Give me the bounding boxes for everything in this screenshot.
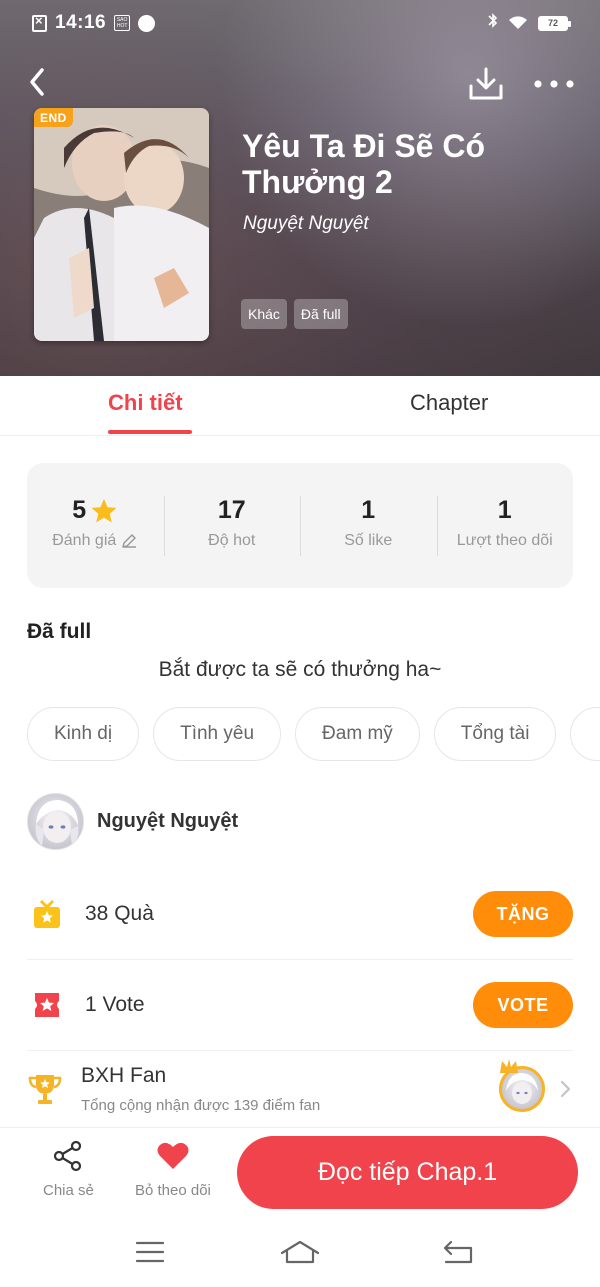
- share-label: Chia sẻ: [43, 1182, 94, 1199]
- stat-likes-value: 1: [361, 496, 376, 524]
- battery-icon: 72: [538, 15, 571, 31]
- back-nav-icon[interactable]: [442, 1239, 474, 1265]
- stat-rating-value: 5: [72, 496, 87, 524]
- stat-followers-label: Lượt theo dõi: [456, 531, 553, 549]
- compass-icon: [138, 14, 156, 32]
- fan-ranking-subtitle: Tổng cộng nhận được 139 điểm fan: [81, 1097, 321, 1114]
- author-row[interactable]: Nguyệt Nguyệt: [27, 793, 238, 850]
- unfollow-label: Bỏ theo dõi: [135, 1182, 211, 1199]
- tab-chapter[interactable]: Chapter: [410, 390, 488, 416]
- trophy-icon: [28, 1075, 62, 1104]
- gift-icon: [34, 899, 60, 928]
- share-icon: [54, 1140, 82, 1172]
- heart-icon: [157, 1142, 189, 1169]
- more-options-button[interactable]: [532, 66, 576, 102]
- stat-followers-value: 1: [497, 496, 512, 524]
- gift-row: 38 Quà TẶNG: [27, 869, 573, 960]
- chevron-right-icon: [560, 1080, 571, 1098]
- bottom-action-bar: Chia sẻ Bỏ theo dõi Đọc tiếp Chap.1: [0, 1127, 600, 1217]
- system-nav-bar: [0, 1217, 600, 1287]
- tab-details[interactable]: Chi tiết: [108, 390, 183, 416]
- comic-header: 14:16 SAO HOT 72: [0, 0, 600, 376]
- cover-artwork: [34, 108, 209, 341]
- fan-avatar-image: [506, 1073, 538, 1104]
- crown-icon: [500, 1059, 518, 1073]
- download-button[interactable]: [466, 64, 506, 104]
- bluetooth-icon: [488, 12, 498, 34]
- vote-button[interactable]: VOTE: [473, 982, 573, 1028]
- genre-chip[interactable]: Tổng tài: [433, 707, 557, 761]
- comic-author[interactable]: Nguyệt Nguyệt: [243, 213, 369, 235]
- gift-count: 38 Quà: [85, 902, 154, 925]
- author-name[interactable]: Nguyệt Nguyệt: [97, 810, 238, 833]
- comic-title: Yêu Ta Đi Sẽ Có Thưởng 2: [242, 128, 486, 200]
- genre-chip[interactable]: Kinh dị: [27, 707, 140, 761]
- avatar[interactable]: [27, 793, 84, 850]
- status-bar: 14:16 SAO HOT 72: [0, 0, 600, 46]
- vote-count: 1 Vote: [85, 993, 145, 1016]
- tab-bar: Chi tiết Chapter: [0, 376, 600, 436]
- fan-ranking-title: BXH Fan: [81, 1064, 167, 1087]
- vote-ticket-icon: [35, 993, 59, 1017]
- wifi-icon: [508, 16, 528, 30]
- author-avatar-image: [35, 800, 79, 846]
- share-button[interactable]: Chia sẻ: [43, 1140, 94, 1199]
- stat-likes: 1 Số like: [300, 495, 437, 556]
- menu-icon[interactable]: [135, 1239, 165, 1265]
- hero-tags: Khác Đã full: [241, 299, 348, 329]
- stat-likes-label: Số like: [344, 531, 393, 549]
- star-icon: [91, 498, 117, 522]
- edit-pencil-icon[interactable]: [120, 532, 138, 550]
- app-notification-icon: SAO HOT: [114, 15, 131, 31]
- vote-row: 1 Vote VOTE: [27, 960, 573, 1051]
- stat-followers: 1 Lượt theo dõi: [436, 495, 574, 556]
- end-badge: END: [34, 108, 73, 127]
- back-button[interactable]: [22, 62, 62, 102]
- gift-button[interactable]: TẶNG: [473, 891, 573, 937]
- stat-rating-label: Đánh giá: [52, 531, 117, 549]
- stats-panel: 5 Đánh giá 17 Độ hot 1 Số like 1 Lượt th…: [27, 463, 573, 588]
- completion-status: Đã full: [27, 620, 92, 643]
- sim-off-icon: [32, 13, 47, 32]
- comic-cover: END: [34, 108, 209, 341]
- comic-description: Bắt được ta sẽ có thưởng ha~: [158, 658, 442, 681]
- hero-tag[interactable]: Khác: [241, 299, 287, 329]
- genre-list: Kinh dị Tình yêu Đam mỹ Tổng tài: [27, 707, 600, 761]
- more-dots-icon: [534, 80, 574, 88]
- stat-hot: 17 Độ hot: [163, 495, 301, 556]
- stat-hot-label: Độ hot: [208, 531, 256, 549]
- back-arrow-icon: [30, 68, 44, 96]
- fan-ranking-row[interactable]: BXH Fan Tổng cộng nhận được 139 điểm fan: [27, 1050, 573, 1128]
- download-icon: [469, 67, 503, 100]
- genre-chip[interactable]: Tình yêu: [153, 707, 282, 761]
- home-icon[interactable]: [280, 1239, 320, 1265]
- stat-rating[interactable]: 5 Đánh giá: [27, 496, 164, 556]
- hero-tag[interactable]: Đã full: [293, 299, 348, 329]
- active-tab-indicator: [108, 430, 192, 434]
- genre-chip[interactable]: Đam mỹ: [295, 707, 420, 761]
- continue-reading-button[interactable]: Đọc tiếp Chap.1: [237, 1136, 578, 1209]
- genre-chip[interactable]: [570, 707, 600, 761]
- stat-hot-value: 17: [217, 496, 246, 524]
- unfollow-button[interactable]: Bỏ theo dõi: [135, 1140, 211, 1199]
- top-fan-avatar: [499, 1059, 545, 1112]
- status-time: 14:16: [55, 12, 107, 33]
